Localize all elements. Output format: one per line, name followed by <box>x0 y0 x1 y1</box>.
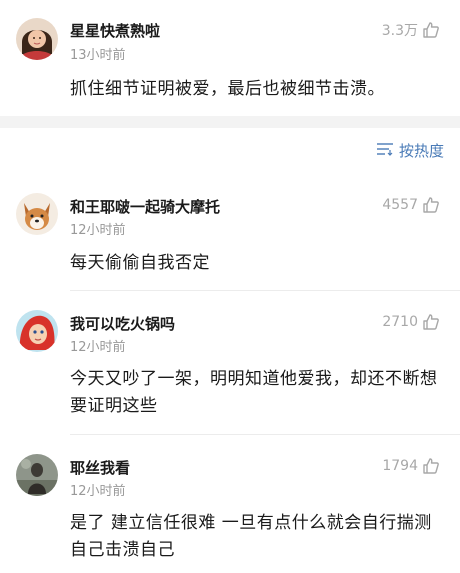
like-button[interactable]: 3.3万 <box>382 20 440 40</box>
sort-button[interactable]: 按热度 <box>376 140 444 161</box>
comment-text: 是了 建立信任很难 一旦有点什么就会自行揣测 自己击溃自己 <box>70 513 432 560</box>
like-count: 4557 <box>382 197 418 213</box>
like-button[interactable]: 2710 <box>382 313 440 331</box>
avatar[interactable] <box>16 18 58 60</box>
like-count: 1794 <box>382 458 418 474</box>
like-count: 3.3万 <box>381 23 418 39</box>
avatar[interactable] <box>16 454 58 496</box>
username[interactable]: 耶丝我看 <box>70 457 130 478</box>
like-button[interactable]: 4557 <box>382 196 440 214</box>
comment-text: 每天偷偷自我否定 <box>70 253 210 273</box>
username[interactable]: 我可以吃火锅吗 <box>70 313 175 334</box>
sort-lines-icon <box>376 142 394 160</box>
like-count: 2710 <box>382 314 418 330</box>
timestamp: 13小时前 <box>70 48 126 63</box>
comment-text: 抓住细节证明被爱，最后也被细节击溃。 <box>70 79 385 99</box>
username[interactable]: 和王耶啵一起骑大摩托 <box>70 196 220 217</box>
comment-text: 今天又吵了一架，明明知道他爱我，却还不断想要证明这些 <box>70 369 438 416</box>
sort-label: 按热度 <box>398 142 444 160</box>
username[interactable]: 星星快煮熟啦 <box>70 20 160 41</box>
thumbs-up-icon <box>422 313 440 331</box>
comment-divider <box>70 290 460 291</box>
thumbs-up-icon <box>422 457 440 475</box>
thumbs-up-icon <box>422 21 440 39</box>
timestamp: 12小时前 <box>70 340 126 355</box>
timestamp: 12小时前 <box>70 484 126 499</box>
avatar[interactable] <box>16 193 58 235</box>
avatar[interactable] <box>16 310 58 352</box>
section-divider <box>0 116 460 128</box>
like-button[interactable]: 1794 <box>382 457 440 475</box>
thumbs-up-icon <box>422 196 440 214</box>
timestamp: 12小时前 <box>70 223 126 238</box>
comment-divider <box>70 434 460 435</box>
